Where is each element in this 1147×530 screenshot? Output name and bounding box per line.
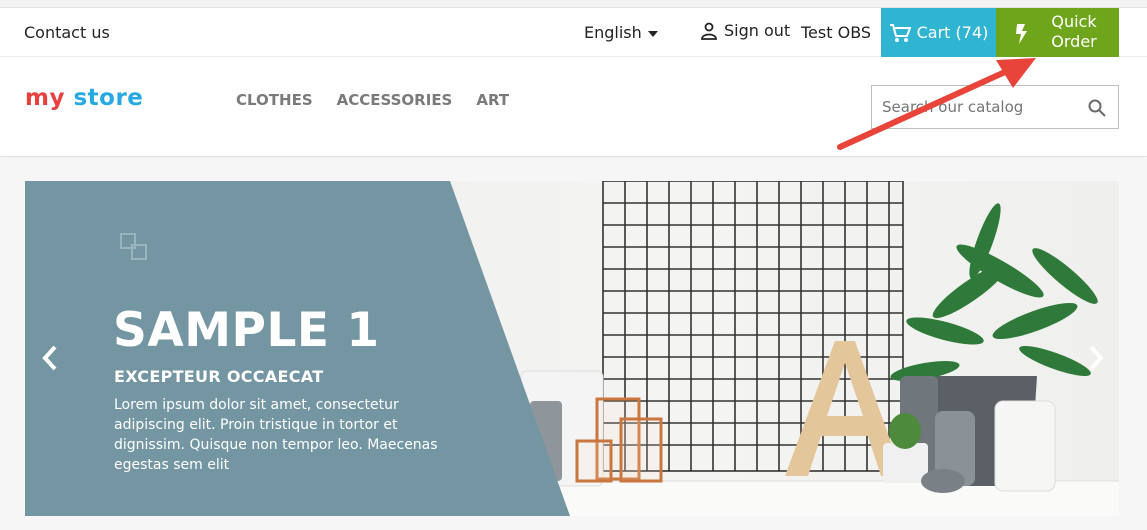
quick-order-label: Quick Order: [1051, 12, 1097, 51]
language-dropdown[interactable]: English: [584, 23, 658, 42]
cart-button[interactable]: Cart (74): [881, 8, 996, 57]
search-icon[interactable]: [1088, 99, 1106, 117]
language-label: English: [584, 23, 642, 42]
site-header: my store CLOTHES ACCESSORIES ART: [0, 57, 1147, 157]
caret-down-icon: [647, 30, 658, 37]
slide-description: Lorem ipsum dolor sit amet, consectetur …: [114, 397, 438, 473]
signout-label: Sign out: [724, 21, 791, 40]
cart-label: Cart (74): [916, 23, 989, 42]
menu-item-accessories[interactable]: ACCESSORIES: [337, 91, 453, 109]
menu-item-art[interactable]: ART: [476, 91, 509, 109]
user-icon: [701, 22, 717, 40]
account-name-link[interactable]: Test OBS: [801, 23, 871, 42]
cart-icon: [889, 23, 911, 42]
store-logo[interactable]: my store: [25, 85, 143, 111]
browser-strip: [0, 0, 1147, 8]
slide-title: SAMPLE 1: [113, 303, 380, 358]
top-nav: Contact us English Sign out Test OBS Car…: [0, 8, 1147, 57]
quick-order-button[interactable]: Quick Order: [996, 8, 1119, 57]
slide-subtitle: EXCEPTEUR OCCAECAT: [114, 367, 324, 386]
search-box: [871, 85, 1119, 129]
slide-decor-icon: [120, 233, 147, 260]
home-slider: SAMPLE 1 EXCEPTEUR OCCAECAT Lorem ipsum …: [25, 181, 1119, 516]
signout-link[interactable]: Sign out: [700, 21, 790, 40]
logo-part-2: store: [64, 85, 144, 111]
bolt-icon: [1016, 24, 1027, 44]
logo-part-1: my: [25, 85, 65, 111]
chevron-left-icon[interactable]: [39, 343, 61, 373]
menu-item-clothes[interactable]: CLOTHES: [236, 91, 313, 109]
search-input[interactable]: [882, 96, 1072, 118]
chevron-right-icon[interactable]: [1085, 343, 1107, 373]
contact-link[interactable]: Contact us: [24, 23, 110, 42]
main-menu: CLOTHES ACCESSORIES ART: [236, 91, 509, 109]
